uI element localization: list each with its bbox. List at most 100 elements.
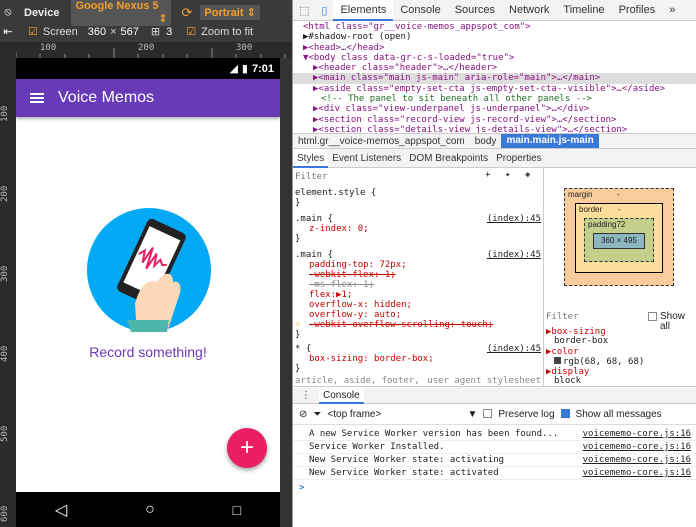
recents-icon[interactable]: □	[233, 502, 241, 518]
console-prompt[interactable]: >	[299, 483, 304, 493]
home-icon[interactable]: ○	[145, 501, 155, 519]
show-all-messages-checkbox[interactable]	[560, 409, 570, 420]
devtools-pane: ⬚ ▯ Elements Console Sources Network Tim…	[292, 0, 696, 527]
rule-source-link[interactable]: (index):45	[487, 250, 541, 260]
css-property[interactable]: box-sizing: border-box;	[309, 354, 434, 364]
dom-node[interactable]: ▶#shadow-root (open)	[293, 32, 696, 42]
device-label: Device	[24, 6, 60, 19]
dom-comment[interactable]: <!-- The panel to sit beneath all other …	[293, 94, 696, 104]
toggle-state-icon[interactable]: ◈	[525, 170, 530, 180]
ruler-left-tick-label: 600	[0, 505, 10, 522]
device-mode-toggle-icon[interactable]: ▯	[315, 4, 333, 17]
screen-height-input[interactable]: 567	[121, 26, 139, 38]
content-box[interactable]: 360 × 495	[593, 233, 645, 249]
preserve-log-checkbox[interactable]	[483, 409, 493, 420]
console-source-link[interactable]: voicememo-core.js:16	[583, 428, 691, 441]
inspect-icon[interactable]: ⬚	[293, 4, 315, 17]
screen-width-input[interactable]: 360	[88, 26, 106, 38]
ratio-input[interactable]: 3	[166, 26, 172, 38]
rule-source-link[interactable]: (index):45	[487, 344, 541, 354]
css-property-overridden[interactable]: -ms-flex: 1;	[309, 280, 374, 290]
rule-source-link[interactable]: (index):45	[487, 214, 541, 224]
css-property[interactable]: padding-top: 72px;	[309, 260, 407, 270]
screen-checkbox[interactable]: ☑	[28, 25, 38, 38]
dom-node[interactable]: ▶<section class="details-view js-details…	[293, 125, 696, 133]
frame-select[interactable]: <top frame> ▼	[327, 409, 477, 420]
css-property[interactable]: overflow-x: hidden;	[309, 300, 412, 310]
zoom-checkbox[interactable]: ☑	[186, 25, 196, 38]
tab-network[interactable]: Network	[502, 0, 556, 21]
padding-box[interactable]: padding72 360 × 495	[584, 218, 654, 262]
menu-icon[interactable]	[30, 91, 44, 105]
warning-icon: ⚠	[295, 319, 301, 329]
app-title: Voice Memos	[58, 89, 155, 106]
console-source-link[interactable]: voicememo-core.js:16	[583, 454, 691, 467]
breadcrumb: html.gr__voice-memos_appspot_com body ma…	[293, 133, 696, 149]
dropdown-arrow-icon: ▼	[467, 408, 478, 420]
ruler-left-tick-label: 500	[0, 425, 10, 442]
dom-node[interactable]: ▶<section class="record-view js-record-v…	[293, 115, 696, 125]
tab-console-drawer[interactable]: Console	[319, 386, 364, 404]
css-property-overridden[interactable]: -webkit-overflow-scrolling: touch;	[309, 320, 493, 330]
filter-icon[interactable]: ⏷	[313, 409, 321, 420]
breadcrumb-item-current[interactable]: main.main.js-main	[501, 134, 599, 148]
screen-times: ×	[110, 25, 117, 38]
tab-properties[interactable]: Properties	[492, 149, 546, 168]
viewport-resize-handle[interactable]	[280, 58, 292, 527]
clear-console-icon[interactable]: ⊘	[299, 409, 307, 420]
empty-state-illustration	[87, 208, 211, 332]
computed-filter-input[interactable]	[546, 311, 636, 323]
tab-styles[interactable]: Styles	[293, 148, 329, 168]
orientation-select[interactable]: Portrait ⇕	[200, 5, 260, 20]
css-property[interactable]: overflow-y: auto;	[309, 310, 401, 320]
more-tabs-button[interactable]: »	[662, 0, 682, 21]
rotate-icon[interactable]: ⟳	[181, 5, 192, 21]
ua-rule-selector: article, aside, footer,	[295, 376, 420, 386]
tab-elements[interactable]: Elements	[333, 0, 394, 21]
back-icon[interactable]: ◁	[55, 500, 67, 520]
drawer-menu-icon[interactable]: ⋮	[293, 390, 319, 401]
border-box[interactable]: border - padding72 360 × 495	[575, 203, 663, 273]
breadcrumb-item[interactable]: body	[470, 136, 502, 147]
ruler-top-tick-label: 300	[236, 43, 253, 53]
empty-state-text: Record something!	[89, 344, 207, 360]
pin-icon[interactable]: ✦	[505, 170, 510, 180]
console-source-link[interactable]: voicememo-core.js:16	[583, 467, 691, 480]
dom-node[interactable]: ▶<header class="header">…</header>	[293, 63, 696, 73]
ua-source-label: user agent stylesheet	[427, 376, 541, 386]
show-all-checkbox[interactable]	[648, 312, 657, 323]
rule-selector: * {	[295, 344, 312, 354]
ruler-left-tick-label: 300	[0, 265, 10, 282]
dom-node[interactable]: <html class="gr__voice-memos_appspot_com…	[293, 22, 696, 32]
margin-top-value: -	[617, 190, 620, 199]
preserve-log-label: Preserve log	[498, 408, 555, 420]
record-fab-button[interactable]: +	[227, 428, 267, 468]
margin-box[interactable]: margin - border - padding72 360 × 495	[564, 188, 674, 286]
styles-filter-input[interactable]	[293, 170, 473, 184]
css-property[interactable]: z-index: 0;	[309, 224, 369, 234]
dom-node[interactable]: ▼<body class data-gr-c-s-loaded="true">	[293, 53, 696, 63]
console-messages: A new Service Worker version has been fo…	[293, 425, 696, 527]
rule-selector: .main {	[295, 250, 333, 260]
dom-node-selected[interactable]: ▶<main class="main js-main" aria-role="m…	[293, 73, 696, 84]
device-mode-icon[interactable]: ⦸	[0, 6, 16, 19]
console-source-link[interactable]: voicememo-core.js:16	[583, 441, 691, 454]
tab-console[interactable]: Console	[393, 0, 447, 21]
dom-tree: <html class="gr__voice-memos_appspot_com…	[293, 21, 696, 133]
tab-timeline[interactable]: Timeline	[556, 0, 611, 21]
tab-dom-breakpoints[interactable]: DOM Breakpoints	[405, 149, 492, 168]
tab-event-listeners[interactable]: Event Listeners	[328, 149, 405, 168]
ruler-left-tick-label: 400	[0, 345, 10, 362]
breadcrumb-item[interactable]: html.gr__voice-memos_appspot_com	[293, 136, 470, 147]
tab-sources[interactable]: Sources	[448, 0, 502, 21]
css-property-overridden[interactable]: -webkit-flex: 1;	[309, 270, 396, 280]
dom-node[interactable]: ▶<aside class="empty-set-cta js-empty-se…	[293, 84, 696, 94]
dom-node[interactable]: ▶<div class="view-underpanel js-underpan…	[293, 104, 696, 114]
computed-value: border-box	[554, 336, 609, 346]
add-rule-icon[interactable]: +	[485, 170, 490, 180]
rule-close: }	[295, 198, 301, 208]
media-query-icon[interactable]: ⇤	[0, 25, 16, 38]
tab-profiles[interactable]: Profiles	[612, 0, 663, 21]
css-property[interactable]: flex:▶1;	[309, 290, 352, 300]
dom-node[interactable]: ▶<head>…</head>	[293, 43, 696, 53]
